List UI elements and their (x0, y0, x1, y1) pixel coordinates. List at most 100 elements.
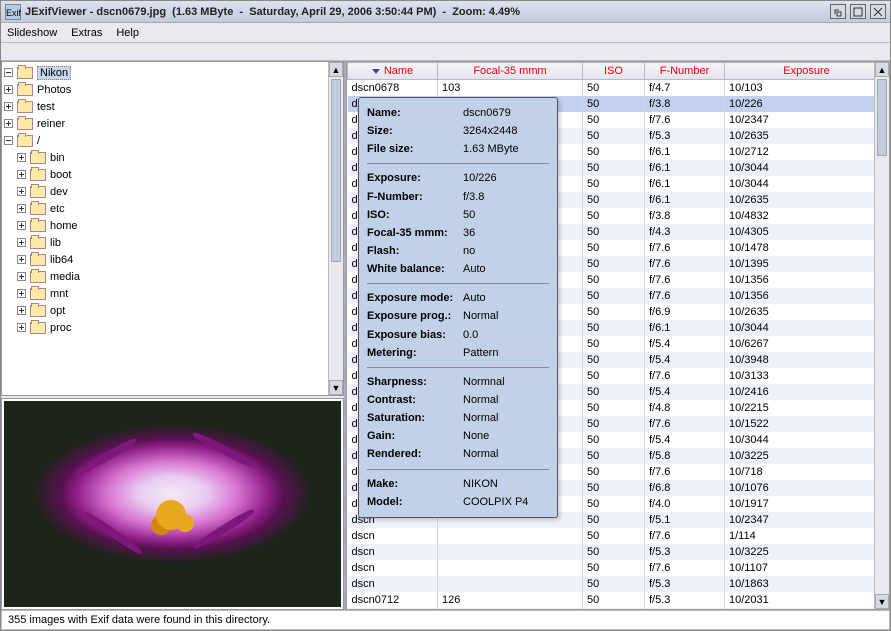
cell-fnum: f/6.8 (645, 480, 725, 496)
cell-fnum: f/6.9 (645, 304, 725, 320)
expand-handle-icon[interactable] (4, 136, 13, 145)
expand-handle-icon[interactable] (4, 119, 13, 128)
menu-help[interactable]: Help (116, 27, 139, 39)
cell-fnum: f/7.6 (645, 272, 725, 288)
tree-item-Nikon[interactable]: Nikon (4, 64, 341, 81)
table-row[interactable]: dscn50f/5.310/1863 (348, 576, 889, 592)
folder-tree[interactable]: Nikon Photos testreiner/binbootdevetc home l… (1, 61, 344, 396)
cell-iso: 50 (583, 384, 645, 400)
tree-item-lib[interactable]: lib (4, 234, 341, 251)
cell-exp: 10/1917 (725, 496, 889, 512)
expand-handle-icon[interactable] (17, 187, 26, 196)
cell-iso: 50 (583, 272, 645, 288)
close-button[interactable] (870, 4, 886, 19)
tree-label: Nikon (37, 66, 71, 80)
cell-name: dscn (348, 528, 438, 544)
titlebar[interactable]: Exif JExifViewer - dscn0679.jpg (1.63 MB… (1, 1, 890, 23)
cell-exp: 10/6267 (725, 336, 889, 352)
minimize-button[interactable] (830, 4, 846, 19)
tree-scrollbar[interactable]: ▲ ▼ (328, 62, 343, 395)
cell-fnum: f/5.1 (645, 512, 725, 528)
expand-handle-icon[interactable] (4, 85, 13, 94)
expand-handle-icon[interactable] (17, 153, 26, 162)
cell-exp: 10/1522 (725, 416, 889, 432)
cell-iso: 50 (583, 336, 645, 352)
expand-handle-icon[interactable] (17, 170, 26, 179)
cell-fnum: f/5.4 (645, 352, 725, 368)
tree-item-dev[interactable]: dev (4, 183, 341, 200)
table-row[interactable]: dscn071212650f/5.310/2031 (348, 592, 889, 608)
table-row[interactable]: dscn071312650f/7.310/2091 (348, 608, 889, 610)
cell-iso: 50 (583, 608, 645, 610)
expand-handle-icon[interactable] (17, 204, 26, 213)
expand-handle-icon[interactable] (17, 255, 26, 264)
expand-handle-icon[interactable] (17, 323, 26, 332)
cell-fnum: f/7.6 (645, 416, 725, 432)
folder-icon (30, 220, 46, 232)
tree-item-etc[interactable]: etc (4, 200, 341, 217)
col-fnumber[interactable]: F-Number (645, 63, 725, 80)
tree-item-Photos[interactable]: Photos (4, 81, 341, 98)
tree-item-root[interactable]: / (4, 132, 341, 149)
cell-exp: 10/1863 (725, 576, 889, 592)
tree-item-proc[interactable]: proc (4, 319, 341, 336)
table-row[interactable]: dscn50f/5.310/3225 (348, 544, 889, 560)
tree-label: home (50, 220, 78, 232)
scroll-thumb[interactable] (331, 79, 341, 262)
cell-exp: 10/3044 (725, 160, 889, 176)
expand-handle-icon[interactable] (4, 102, 13, 111)
tree-item-lib64[interactable]: lib64 (4, 251, 341, 268)
cell-fnum: f/7.6 (645, 112, 725, 128)
tree-item-media[interactable]: media (4, 268, 341, 285)
col-name[interactable]: Name (348, 63, 438, 80)
image-preview[interactable] (1, 398, 344, 610)
expand-handle-icon[interactable] (17, 289, 26, 298)
scroll-up-icon[interactable]: ▲ (329, 62, 343, 77)
table-row[interactable]: dscn50f/7.610/1107 (348, 560, 889, 576)
expand-handle-icon[interactable] (4, 68, 13, 77)
cell-name: dscn (348, 576, 438, 592)
cell-exp: 10/1107 (725, 560, 889, 576)
cell-iso: 50 (583, 144, 645, 160)
expand-handle-icon[interactable] (17, 306, 26, 315)
expand-handle-icon[interactable] (17, 221, 26, 230)
cell-iso: 50 (583, 464, 645, 480)
menu-extras[interactable]: Extras (71, 27, 102, 39)
tree-item-bin[interactable]: bin (4, 149, 341, 166)
tree-label: Photos (37, 84, 71, 96)
menu-slideshow[interactable]: Slideshow (7, 27, 57, 39)
cell-exp: 10/2031 (725, 592, 889, 608)
table-scrollbar[interactable]: ▲ ▼ (874, 62, 889, 609)
app-window: Exif JExifViewer - dscn0679.jpg (1.63 MB… (0, 0, 891, 631)
cell-iso: 50 (583, 288, 645, 304)
tree-item-home[interactable]: home (4, 217, 341, 234)
tree-item-test[interactable]: test (4, 98, 341, 115)
cell-exp: 10/3225 (725, 544, 889, 560)
expand-handle-icon[interactable] (17, 238, 26, 247)
tree-item-opt[interactable]: opt (4, 302, 341, 319)
tree-item-mnt[interactable]: mnt (4, 285, 341, 302)
tree-item-boot[interactable]: boot (4, 166, 341, 183)
scroll-up-icon[interactable]: ▲ (875, 62, 889, 77)
col-focal[interactable]: Focal-35 mmm (438, 63, 583, 80)
scroll-down-icon[interactable]: ▼ (875, 594, 889, 609)
col-iso[interactable]: ISO (583, 63, 645, 80)
scroll-down-icon[interactable]: ▼ (329, 380, 343, 395)
cell-exp: 10/1356 (725, 272, 889, 288)
left-pane: Nikon Photos testreiner/binbootdevetc home l… (1, 61, 346, 610)
col-exposure[interactable]: Exposure (725, 63, 889, 80)
cell-exp: 10/2215 (725, 400, 889, 416)
cell-iso: 50 (583, 160, 645, 176)
cell-iso: 50 (583, 512, 645, 528)
cell-iso: 50 (583, 368, 645, 384)
table-row[interactable]: dscn067810350f/4.710/103 (348, 80, 889, 96)
table-row[interactable]: dscn50f/7.61/114 (348, 528, 889, 544)
folder-icon (30, 322, 46, 334)
cell-iso: 50 (583, 96, 645, 112)
maximize-button[interactable] (850, 4, 866, 19)
scroll-thumb[interactable] (877, 79, 887, 156)
tree-item-reiner[interactable]: reiner (4, 115, 341, 132)
expand-handle-icon[interactable] (17, 272, 26, 281)
cell-fnum: f/4.3 (645, 224, 725, 240)
cell-iso: 50 (583, 304, 645, 320)
